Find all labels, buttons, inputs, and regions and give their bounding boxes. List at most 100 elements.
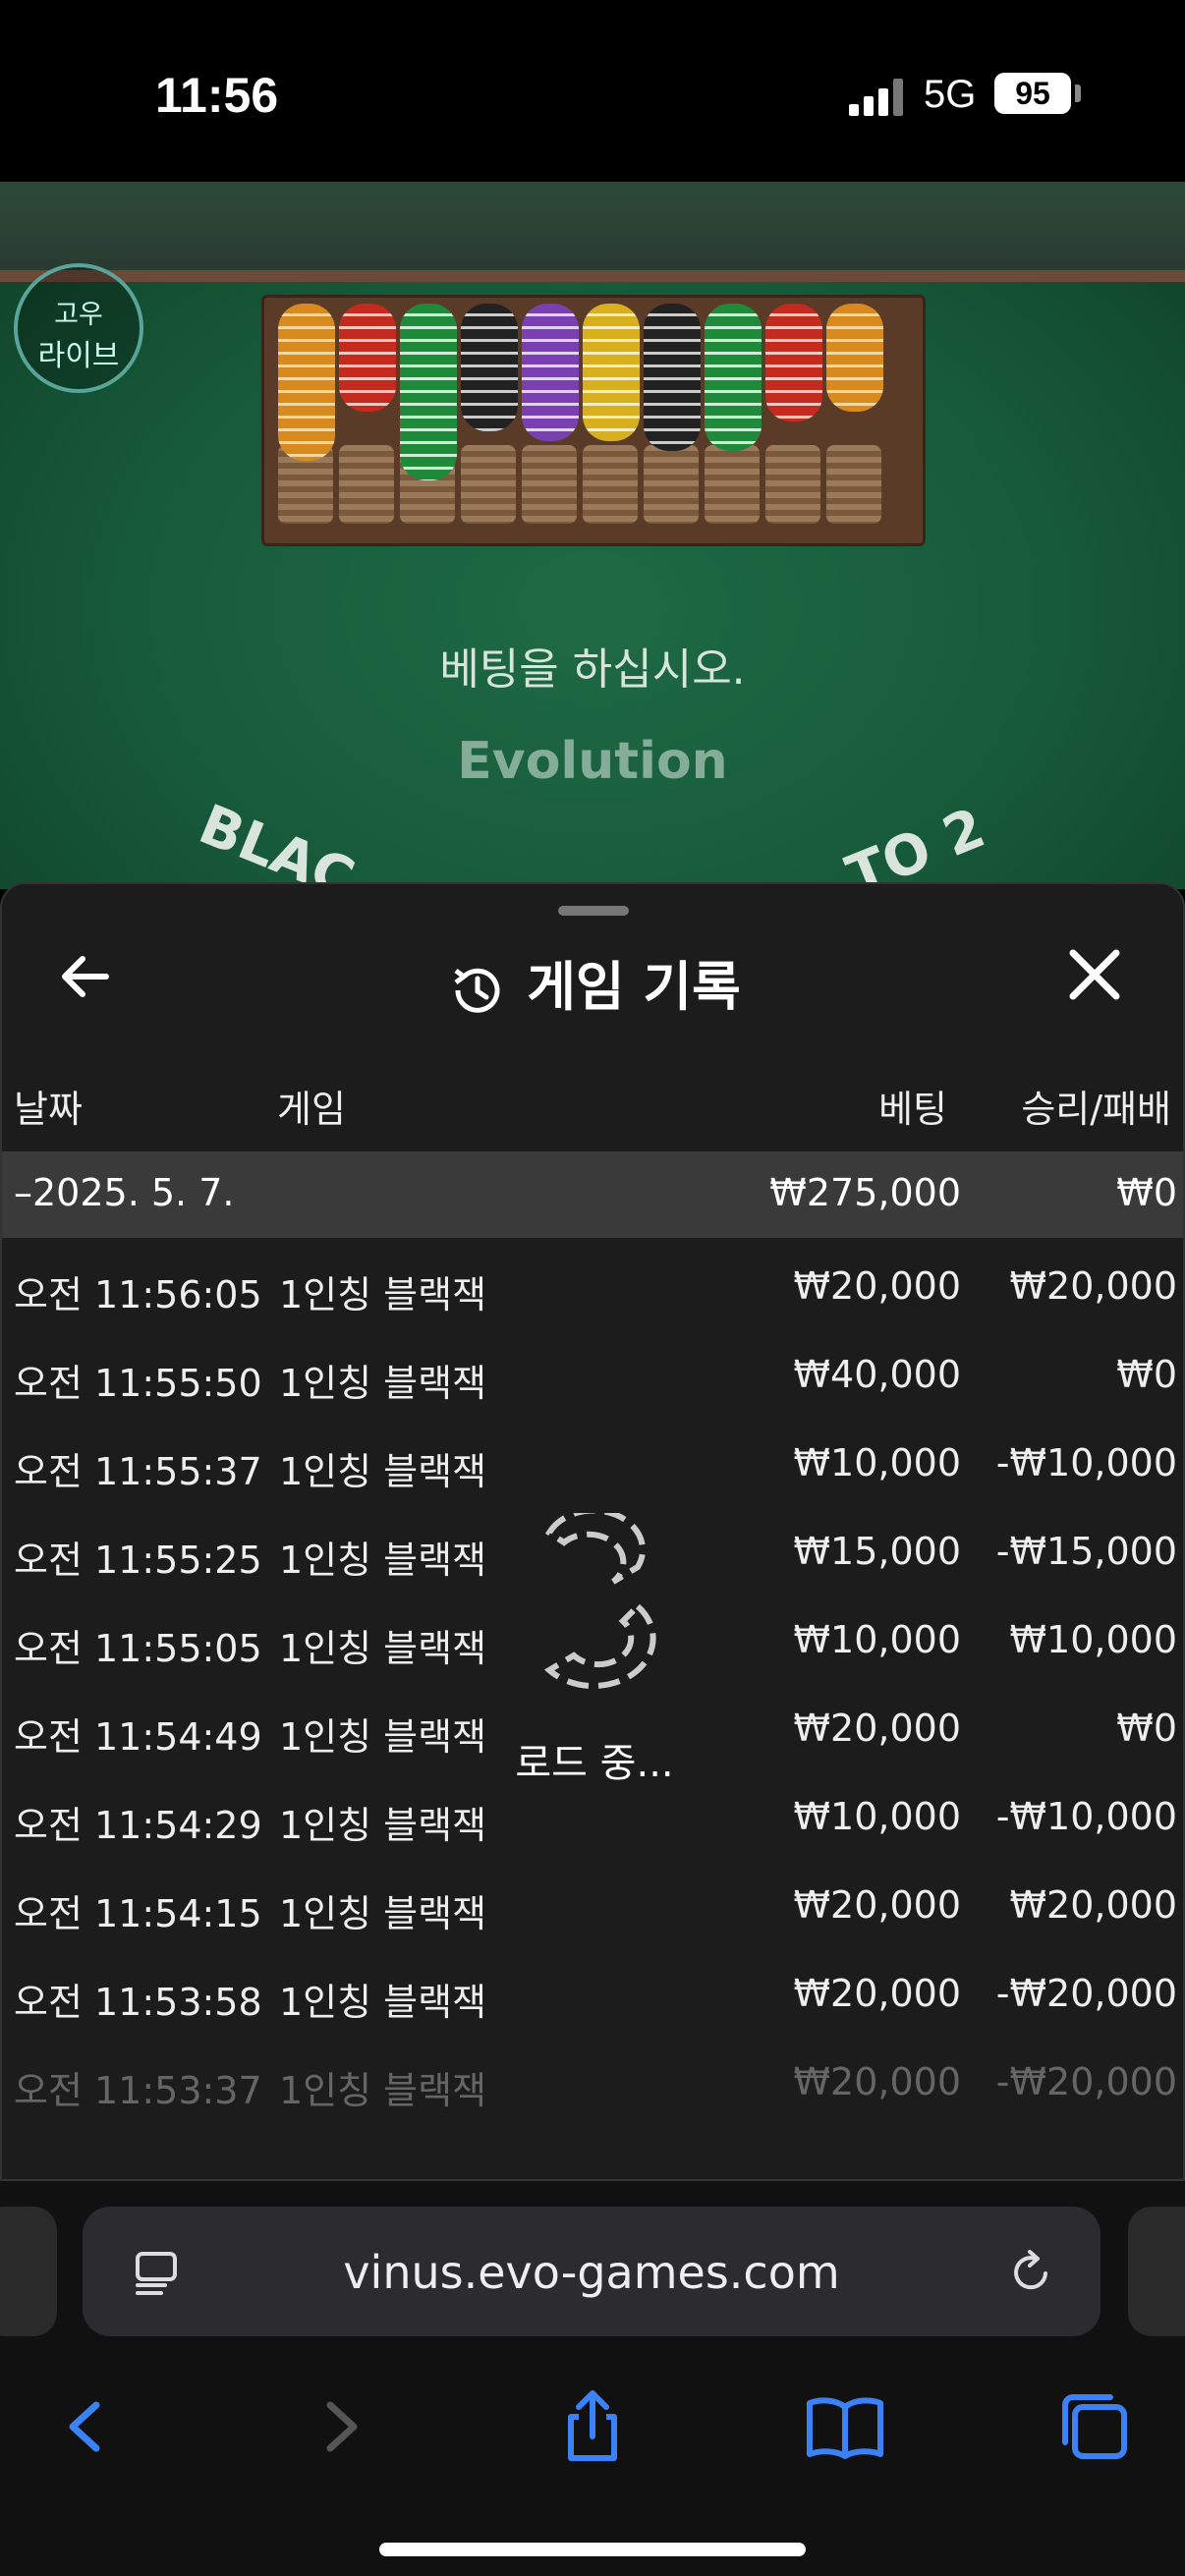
row-result: -₩20,000 bbox=[995, 2060, 1177, 2103]
row-time: 오전 11:53:58 bbox=[14, 1981, 262, 2024]
bet-prompt: 베팅을 하십시오. bbox=[439, 644, 746, 695]
chip-stack-black bbox=[644, 304, 701, 451]
row-bet: ₩20,000 bbox=[793, 2060, 961, 2103]
row-bet: ₩10,000 bbox=[793, 1795, 961, 1838]
address-bar[interactable]: vinus.evo-games.com bbox=[83, 2207, 1100, 2336]
row-game: 1인칭 블랙잭 bbox=[279, 1627, 487, 1670]
date-group-bet: ₩275,000 bbox=[769, 1171, 961, 1214]
chip-stack-orange bbox=[278, 304, 335, 461]
battery-tip bbox=[1075, 84, 1081, 102]
reload-icon[interactable] bbox=[1006, 2248, 1055, 2297]
row-game: 1인칭 블랙잭 bbox=[279, 1981, 487, 2024]
loading-spinner-icon bbox=[543, 1513, 656, 1689]
row-time: 오전 11:53:37 bbox=[14, 2069, 262, 2112]
row-result: ₩10,000 bbox=[1009, 1618, 1177, 1661]
column-bet[interactable]: 베팅 bbox=[878, 1079, 947, 1133]
browser-toolbar: vinus.evo-games.com bbox=[0, 2181, 1185, 2576]
chip-stack-red bbox=[765, 304, 822, 421]
game-table: 고우 라이브 베팅을 하십시오. Evolution BLAC TO 2 bbox=[0, 182, 1185, 889]
table-row[interactable]: 오전 11:53:37 1인칭 블랙잭 ₩20,000 -₩20,000 bbox=[2, 2039, 1183, 2127]
row-time: 오전 11:55:50 bbox=[14, 1362, 262, 1405]
battery-icon: 95 bbox=[994, 73, 1071, 114]
chip-base bbox=[583, 445, 638, 524]
row-result: -₩20,000 bbox=[995, 1972, 1177, 2015]
home-indicator[interactable] bbox=[379, 2543, 806, 2556]
row-result: ₩20,000 bbox=[1009, 1264, 1177, 1308]
chip-base bbox=[339, 445, 394, 524]
row-time: 오전 11:54:29 bbox=[14, 1804, 262, 1847]
row-bet: ₩40,000 bbox=[793, 1353, 961, 1396]
history-icon bbox=[454, 969, 500, 1014]
column-result[interactable]: 승리/패배 bbox=[1021, 1079, 1171, 1133]
row-game: 1인칭 블랙잭 bbox=[279, 1539, 487, 1582]
chip-stack-green bbox=[705, 304, 762, 451]
previous-tab-preview[interactable] bbox=[0, 2207, 57, 2336]
table-row[interactable]: 오전 11:54:15 1인칭 블랙잭 ₩20,000 ₩20,000 bbox=[2, 1862, 1183, 1950]
status-time: 11:56 bbox=[155, 68, 279, 123]
row-result: -₩10,000 bbox=[995, 1795, 1177, 1838]
row-game: 1인칭 블랙잭 bbox=[279, 1892, 487, 1935]
table-row[interactable]: 오전 11:56:05 1인칭 블랙잭 ₩20,000 ₩20,000 bbox=[2, 1243, 1183, 1331]
row-result: -₩10,000 bbox=[995, 1441, 1177, 1484]
row-time: 오전 11:55:05 bbox=[14, 1627, 262, 1670]
drag-handle[interactable] bbox=[558, 906, 629, 916]
row-game: 1인칭 블랙잭 bbox=[279, 2069, 487, 2112]
row-bet: ₩10,000 bbox=[793, 1618, 961, 1661]
chip-base bbox=[644, 445, 699, 524]
row-bet: ₩20,000 bbox=[793, 1264, 961, 1308]
felt-text-left: BLAC bbox=[190, 792, 364, 889]
game-history-panel: 게임 기록 날짜 게임 베팅 승리/패배 –2025. 5. 7. ₩275,0… bbox=[0, 882, 1185, 2181]
column-date[interactable]: 날짜 bbox=[14, 1079, 83, 1133]
casino-logo[interactable]: 고우 라이브 bbox=[14, 263, 143, 393]
chip-tray bbox=[261, 295, 926, 546]
row-time: 오전 11:55:37 bbox=[14, 1450, 262, 1493]
row-game: 1인칭 블랙잭 bbox=[279, 1273, 487, 1316]
share-icon[interactable] bbox=[543, 2378, 642, 2476]
next-tab-preview[interactable] bbox=[1128, 2207, 1185, 2336]
book-icon[interactable] bbox=[796, 2378, 894, 2476]
chevron-left-icon[interactable] bbox=[35, 2378, 134, 2476]
chevron-right-icon[interactable] bbox=[291, 2378, 389, 2476]
row-game: 1인칭 블랙잭 bbox=[279, 1362, 487, 1405]
loading-text: 로드 중... bbox=[515, 1741, 674, 1786]
date-group-result: ₩0 bbox=[1116, 1171, 1177, 1214]
row-result: ₩0 bbox=[1116, 1353, 1177, 1396]
row-time: 오전 11:54:15 bbox=[14, 1892, 262, 1935]
row-result: -₩15,000 bbox=[995, 1530, 1177, 1573]
chip-base bbox=[765, 445, 820, 524]
column-game[interactable]: 게임 bbox=[277, 1079, 346, 1133]
chip-base bbox=[826, 445, 881, 524]
row-time: 오전 11:56:05 bbox=[14, 1273, 262, 1316]
chip-base bbox=[522, 445, 577, 524]
chip-stack-green bbox=[400, 304, 457, 480]
row-bet: ₩10,000 bbox=[793, 1441, 961, 1484]
row-bet: ₩20,000 bbox=[793, 1883, 961, 1927]
url-text[interactable]: vinus.evo-games.com bbox=[83, 2246, 1100, 2299]
date-group-date: –2025. 5. 7. bbox=[14, 1171, 235, 1214]
signal-icon bbox=[849, 77, 908, 116]
network-label: 5G bbox=[924, 73, 977, 116]
row-bet: ₩20,000 bbox=[793, 1972, 961, 2015]
chip-stack-purple bbox=[522, 304, 579, 441]
close-icon[interactable] bbox=[1067, 947, 1136, 1016]
row-result: ₩20,000 bbox=[1009, 1883, 1177, 1927]
row-bet: ₩15,000 bbox=[793, 1530, 961, 1573]
chip-base bbox=[461, 445, 516, 524]
row-game: 1인칭 블랙잭 bbox=[279, 1804, 487, 1847]
felt-text-right: TO 2 bbox=[838, 796, 994, 889]
row-game: 1인칭 블랙잭 bbox=[279, 1450, 487, 1493]
table-row[interactable]: 오전 11:53:58 1인칭 블랙잭 ₩20,000 -₩20,000 bbox=[2, 1950, 1183, 2039]
chip-stack-yellow bbox=[583, 304, 640, 441]
date-group-row[interactable]: –2025. 5. 7. ₩275,000 ₩0 bbox=[2, 1151, 1183, 1238]
chip-base bbox=[705, 445, 760, 524]
tabs-icon[interactable] bbox=[1045, 2378, 1144, 2476]
panel-title-text: 게임 기록 bbox=[527, 956, 741, 1018]
chip-stack-red bbox=[339, 304, 396, 412]
logo-line2: 라이브 bbox=[37, 339, 120, 373]
chip-stack-black bbox=[461, 304, 518, 431]
table-rail-edge bbox=[0, 270, 1185, 282]
chip-stack-orange bbox=[826, 304, 883, 412]
panel-title: 게임 기록 bbox=[2, 943, 1183, 1021]
table-row[interactable]: 오전 11:55:37 1인칭 블랙잭 ₩10,000 -₩10,000 bbox=[2, 1420, 1183, 1508]
table-row[interactable]: 오전 11:55:50 1인칭 블랙잭 ₩40,000 ₩0 bbox=[2, 1331, 1183, 1420]
